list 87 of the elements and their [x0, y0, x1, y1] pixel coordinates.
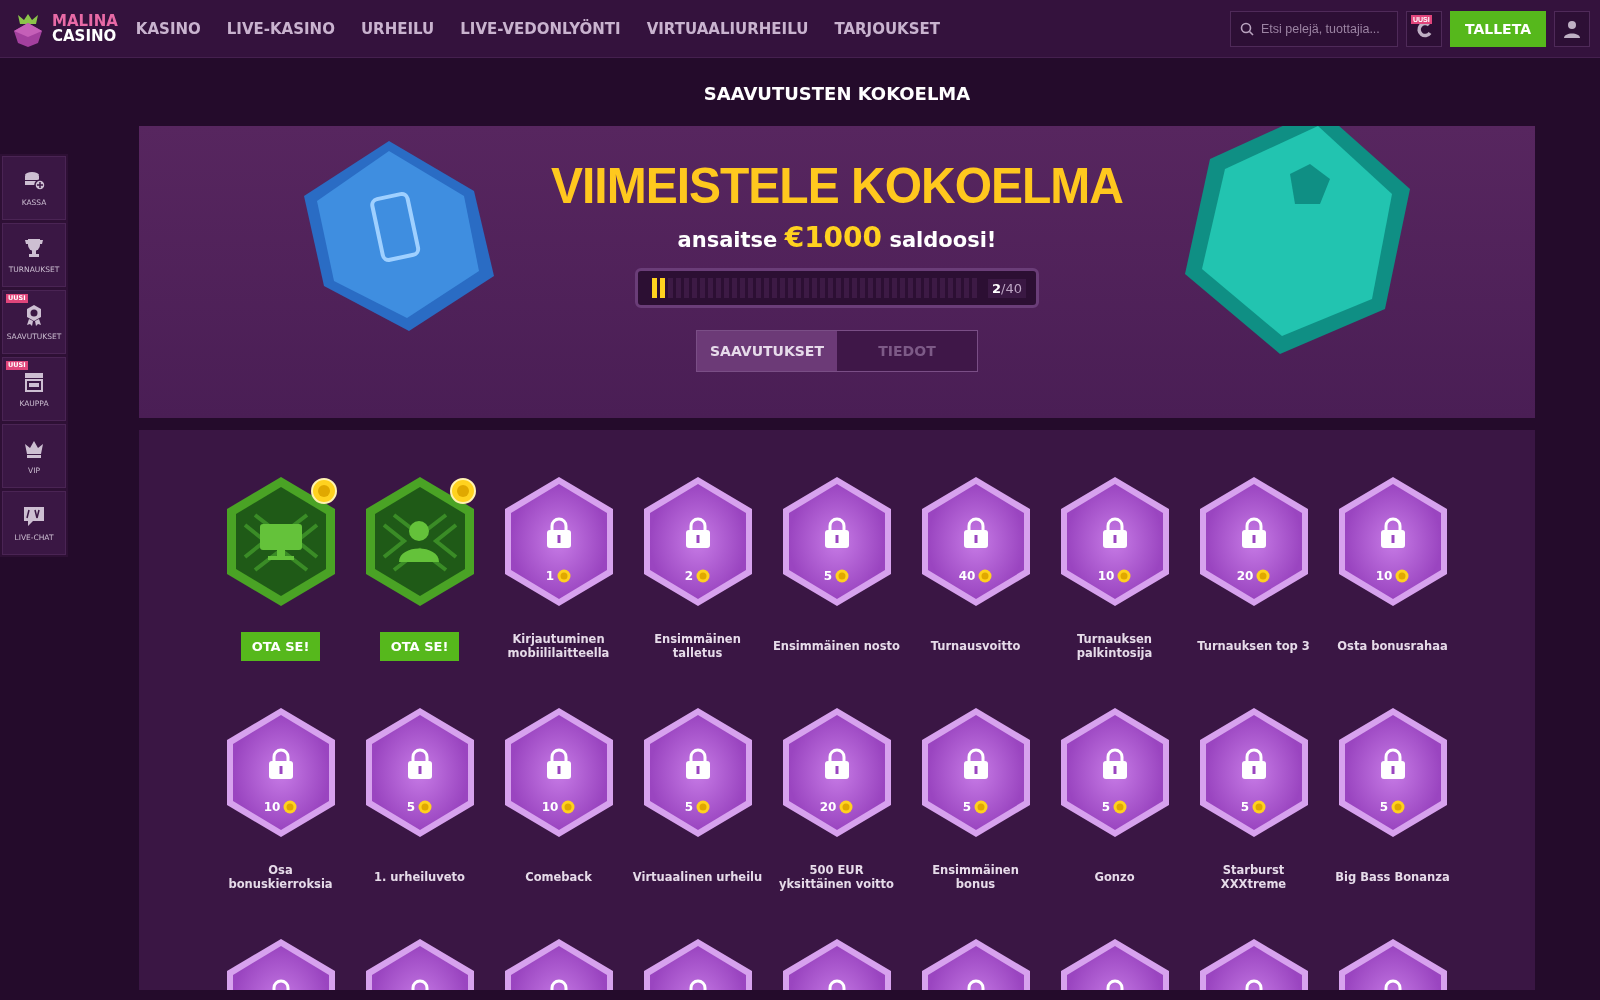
points-label: 10 — [1097, 569, 1115, 583]
lock-icon — [406, 748, 433, 780]
achievement-label: Ensimmäinen talletus — [653, 632, 742, 660]
achievement-label: Turnauksen top 3 — [1197, 639, 1310, 653]
banner-headline: VIIMEISTELE KOKOELMA — [551, 156, 1123, 215]
user-icon — [1563, 19, 1581, 38]
logo-text: CASINO — [52, 28, 118, 44]
progress-count: 2/40 — [988, 278, 1026, 298]
coin-icon — [835, 569, 850, 583]
nav-link[interactable]: LIVE-VEDONLYÖNTI — [460, 19, 621, 38]
points-label: 5 — [1101, 800, 1111, 814]
coin-icon — [1256, 569, 1271, 583]
points-label: 10 — [541, 800, 559, 814]
coin-icon — [696, 800, 711, 814]
lock-icon — [684, 748, 711, 780]
achievement-label: Turnausvoitto — [930, 639, 1021, 653]
page-title: SAAVUTUSTEN KOKOELMA — [703, 81, 971, 104]
coin-icon — [557, 569, 572, 583]
achievement-label: Big Bass Bonanza — [1335, 870, 1450, 884]
achievement-label: Comeback — [525, 870, 592, 884]
coin-icon — [839, 800, 854, 814]
points-label: 5 — [1240, 800, 1250, 814]
coin-icon — [561, 800, 576, 814]
coins-icon — [23, 169, 45, 192]
lock-icon — [267, 748, 294, 780]
lock-icon — [1379, 748, 1406, 780]
coin-icon — [974, 800, 989, 814]
points-label: 5 — [684, 800, 694, 814]
lock-icon — [962, 517, 989, 549]
coin-icon — [1113, 800, 1128, 814]
banner-subtitle: ansaitse €1000 saldoosi! — [677, 221, 997, 254]
coin-icon — [1117, 569, 1132, 583]
coin-icon — [1395, 569, 1410, 583]
lock-icon — [1240, 748, 1267, 780]
points-label: 10 — [263, 800, 281, 814]
achievement-label: Starburst XXXtreme — [1219, 863, 1288, 891]
lock-icon — [684, 517, 711, 549]
lock-icon — [823, 748, 850, 780]
search-field[interactable]: Etsi pelejä, tuottajia... — [1230, 10, 1398, 47]
coin-icon — [418, 800, 433, 814]
lock-icon — [545, 517, 572, 549]
achievement-label: Kirjautuminen mobiililaitteella — [506, 632, 611, 660]
account-button[interactable] — [1554, 10, 1590, 47]
achievement-label: Osta bonusrahaa — [1337, 639, 1448, 653]
lock-icon — [962, 748, 989, 780]
coin-icon — [978, 569, 993, 583]
points-label: 10 — [1375, 569, 1393, 583]
points-label: 5 — [406, 800, 416, 814]
points-label: 20 — [1236, 569, 1254, 583]
lock-icon — [1379, 517, 1406, 549]
achievement-label: Turnauksen palkintosija — [1075, 632, 1154, 660]
nav-link[interactable]: TARJOUKSET — [834, 19, 941, 38]
search-icon — [1240, 21, 1254, 36]
coin-icon — [696, 569, 711, 583]
achievement-label: Gonzo — [1094, 870, 1135, 884]
lock-icon — [1101, 517, 1128, 549]
coin-icon — [283, 800, 298, 814]
shop-icon — [23, 370, 45, 393]
points-label: 5 — [823, 569, 833, 583]
chat-icon — [23, 504, 45, 527]
nav-link[interactable]: URHEILU — [360, 19, 435, 38]
trophy-icon — [23, 236, 45, 259]
tab[interactable]: SAAVUTUKSET — [697, 331, 837, 371]
points-label: 5 — [962, 800, 972, 814]
lock-icon — [1240, 517, 1267, 549]
achievement-label: Osa bonuskierroksia — [227, 863, 334, 891]
points-label: 2 — [684, 569, 694, 583]
lock-icon — [1101, 748, 1128, 780]
points-label: 1 — [545, 569, 555, 583]
achievement-label: 1. urheiluveto — [374, 870, 465, 884]
achievement-label: Virtuaalinen urheilu — [632, 870, 763, 884]
nav-link[interactable]: VIRTUAALIURHEILU — [646, 19, 809, 38]
coin-icon — [310, 478, 337, 504]
logo-text: MALINA — [52, 13, 118, 29]
coin-icon — [449, 478, 476, 504]
coin-icon — [1252, 800, 1267, 814]
lock-icon — [823, 517, 850, 549]
nav-link[interactable]: KASINO — [135, 19, 201, 38]
lock-icon — [545, 748, 572, 780]
points-label: 5 — [1379, 800, 1389, 814]
achievement-label: Ensimmäinen bonus — [931, 863, 1020, 891]
achievement-label: Ensimmäinen nosto — [773, 639, 900, 653]
nav-link[interactable]: LIVE-KASINO — [226, 19, 335, 38]
coin-icon — [1391, 800, 1406, 814]
points-label: 40 — [958, 569, 976, 583]
achievement-label: 500 EUR yksittäinen voitto — [777, 863, 895, 891]
points-label: 20 — [819, 800, 837, 814]
